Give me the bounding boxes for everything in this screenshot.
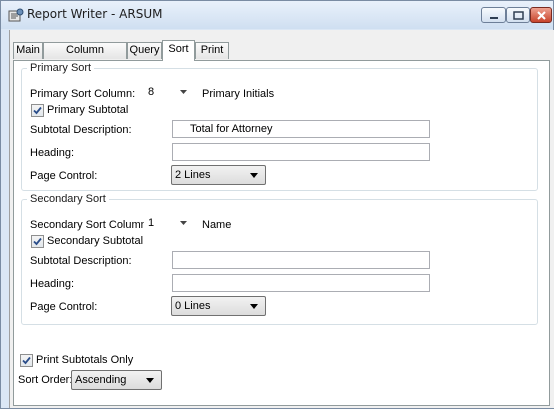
secondary-sort-group: Secondary Sort Secondary Sort Column: 1 … [21, 193, 538, 325]
tab-print[interactable]: Print [195, 42, 229, 59]
tab-column-definition[interactable]: Column Definition [43, 42, 127, 71]
secondary-subtotal-label[interactable]: Secondary Subtotal [47, 235, 143, 248]
primary-heading-label: Heading: [30, 147, 75, 159]
primary-sort-group: Primary Sort Primary Sort Column: 8 Prim… [21, 62, 538, 191]
secondary-sort-group-label: Secondary Sort [27, 193, 109, 206]
secondary-sort-column-dropdown-icon[interactable] [179, 220, 188, 226]
secondary-subtotal-description-input[interactable] [172, 251, 430, 269]
primary-subtotal-description-input[interactable]: Total for Attorney [172, 120, 430, 138]
checkmark-icon [22, 356, 31, 365]
primary-sort-column-name: Primary Initials [202, 88, 275, 100]
secondary-sort-column-name: Name [202, 219, 232, 231]
checkmark-icon [33, 106, 42, 115]
primary-page-control-value: 2 Lines [175, 169, 211, 181]
chevron-down-icon [146, 378, 154, 383]
primary-heading-input[interactable] [172, 143, 430, 161]
primary-subtotal-checkbox[interactable] [31, 104, 44, 117]
report-writer-window: Report Writer - ARSUM Main Column Defini… [0, 0, 554, 409]
maximize-icon [513, 11, 524, 20]
tab-main[interactable]: Main [13, 42, 43, 59]
secondary-page-control-value: 0 Lines [175, 300, 211, 312]
print-subtotals-only-label[interactable]: Print Subtotals Only [36, 354, 133, 367]
secondary-subtotal-description-label: Subtotal Description: [30, 255, 132, 267]
tab-query[interactable]: Query [127, 42, 162, 59]
secondary-heading-label: Heading: [30, 278, 75, 290]
primary-sort-column-input[interactable]: 8 [144, 83, 170, 101]
sort-order-value: Ascending [75, 374, 127, 386]
primary-sort-column-label: Primary Sort Column: [30, 88, 136, 100]
window-title: Report Writer - ARSUM [27, 7, 163, 21]
tab-sort[interactable]: Sort [162, 40, 195, 61]
secondary-page-control-label: Page Control: [30, 301, 98, 313]
report-writer-icon [8, 8, 24, 22]
sort-order-select[interactable]: Ascending [71, 370, 162, 390]
client-area: Main Column Definition Query Sort Print … [9, 30, 554, 408]
close-button[interactable] [530, 7, 552, 23]
primary-page-control-label: Page Control: [30, 170, 98, 182]
minimize-icon [490, 17, 498, 19]
secondary-heading-input[interactable] [172, 274, 430, 292]
primary-subtotal-description-label: Subtotal Description: [30, 124, 132, 136]
secondary-subtotal-checkbox[interactable] [31, 235, 44, 248]
title-bar[interactable]: Report Writer - ARSUM [1, 1, 553, 29]
secondary-page-control-select[interactable]: 0 Lines [171, 296, 266, 316]
secondary-sort-column-label: Secondary Sort Column: [30, 219, 150, 231]
chevron-down-icon [250, 304, 258, 309]
primary-subtotal-label[interactable]: Primary Subtotal [47, 104, 128, 117]
checkmark-icon [33, 237, 42, 246]
primary-page-control-select[interactable]: 2 Lines [171, 165, 266, 185]
sort-order-label: Sort Order: [18, 374, 73, 386]
chevron-down-icon [250, 173, 258, 178]
primary-sort-column-dropdown-icon[interactable] [179, 89, 188, 95]
close-icon [537, 11, 546, 20]
print-subtotals-only-checkbox[interactable] [20, 354, 33, 367]
maximize-button[interactable] [506, 7, 530, 23]
secondary-sort-column-input[interactable]: 1 [144, 214, 170, 232]
sort-tab-panel: Primary Sort Primary Sort Column: 8 Prim… [13, 60, 550, 406]
minimize-button[interactable] [481, 7, 506, 23]
primary-sort-group-label: Primary Sort [27, 62, 95, 75]
